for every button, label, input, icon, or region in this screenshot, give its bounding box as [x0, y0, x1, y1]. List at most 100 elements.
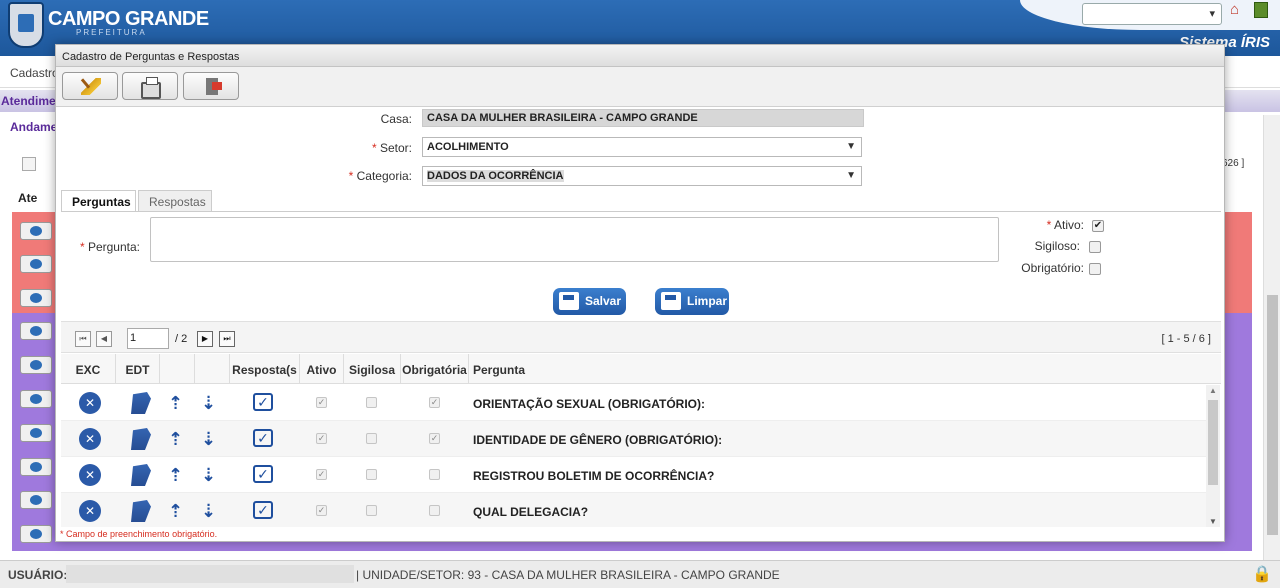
move-up-icon[interactable]: ⇡ [168, 501, 190, 521]
grid-pager: ⏮ ◀ 1 / 2 ▶ ⏭ [ 1 - 5 / 6 ] [61, 321, 1221, 353]
question-text: QUAL DELEGACIA? [473, 505, 589, 519]
clear-button[interactable]: Limpar [655, 288, 729, 315]
table-row: ✕ ⇡ ⇣ ✓ ✓ ✓ IDENTIDADE DE GÊNERO (OBRIGA… [61, 421, 1206, 457]
bg-row-button[interactable] [20, 390, 52, 408]
user-value [66, 565, 354, 583]
move-up-icon[interactable]: ⇡ [168, 429, 190, 449]
bg-row-button[interactable] [20, 289, 52, 307]
ativo-checkbox[interactable]: ✔ [1092, 220, 1104, 232]
col-obrigatoria: Obrigatória [401, 354, 469, 384]
move-down-icon[interactable]: ⇣ [201, 501, 223, 521]
bg-row-button[interactable] [20, 322, 52, 340]
ativo-cell-checkbox: ✓ [316, 433, 327, 444]
bg-row-button[interactable] [20, 458, 52, 476]
edit-icon[interactable] [131, 392, 151, 414]
setor-value: ACOLHIMENTO [427, 141, 509, 153]
pergunta-label: * Pergunta: [79, 240, 140, 254]
record-count: [ 1 - 5 / 6 ] [1161, 333, 1211, 345]
categoria-select[interactable]: DADOS DA OCORRÊNCIA ▼ [422, 166, 862, 186]
first-page-button[interactable]: ⏮ [75, 331, 91, 347]
answers-icon[interactable]: ✓ [253, 429, 273, 447]
menu-item-cadastro[interactable]: Cadastro [10, 66, 59, 80]
casa-label: Casa: [380, 112, 412, 126]
answers-icon[interactable]: ✓ [253, 393, 273, 411]
scroll-up-icon[interactable]: ▲ [1209, 386, 1217, 395]
unit-select[interactable] [1082, 3, 1222, 25]
next-page-button[interactable]: ▶ [197, 331, 213, 347]
setor-select[interactable]: ACOLHIMENTO ▼ [422, 137, 862, 157]
move-down-icon[interactable]: ⇣ [201, 429, 223, 449]
tab-perguntas[interactable]: Perguntas [61, 190, 136, 212]
col-ativo: Ativo [300, 354, 344, 384]
bg-row-button[interactable] [20, 222, 52, 240]
user-label: USUÁRIO: [8, 568, 68, 582]
obrigatoria-cell-checkbox: ✓ [429, 397, 440, 408]
move-up-icon[interactable]: ⇡ [168, 465, 190, 485]
obrigatorio-label: Obrigatório: [1021, 261, 1084, 275]
obrigatorio-checkbox[interactable] [1089, 263, 1101, 275]
col-pergunta: Pergunta [473, 363, 526, 377]
page-scrollbar[interactable] [1263, 115, 1280, 560]
pergunta-textarea[interactable] [150, 217, 999, 262]
page-input[interactable]: 1 [127, 328, 169, 349]
modal-title: Cadastro de Perguntas e Respostas [56, 45, 1224, 67]
edit-icon[interactable] [131, 464, 151, 486]
delete-icon[interactable]: ✕ [79, 392, 101, 414]
page-total: / 2 [175, 333, 188, 345]
table-row: ✕ ⇡ ⇣ ✓ ✓ QUAL DELEGACIA? [61, 493, 1206, 527]
categoria-label: * Categoria: [348, 169, 412, 183]
print-button[interactable] [122, 72, 178, 100]
bg-row-button[interactable] [20, 525, 52, 543]
tab-divider [61, 211, 1221, 212]
bg-grid-column: Ate [18, 191, 38, 205]
questions-grid: ✕ ⇡ ⇣ ✓ ✓ ✓ ORIENTAÇÃO SEXUAL (OBRIGATÓR… [61, 385, 1221, 527]
home-icon[interactable]: ⌂ [1230, 2, 1246, 18]
obrigatoria-cell-checkbox: ✓ [429, 433, 440, 444]
question-text: ORIENTAÇÃO SEXUAL (OBRIGATÓRIO): [473, 397, 705, 411]
setor-label: * Setor: [371, 141, 412, 155]
table-row: ✕ ⇡ ⇣ ✓ ✓ ✓ ORIENTAÇÃO SEXUAL (OBRIGATÓR… [61, 385, 1206, 421]
exit-button[interactable] [183, 72, 239, 100]
scroll-thumb[interactable] [1208, 400, 1218, 485]
lock-icon[interactable]: 🔒 [1252, 564, 1272, 584]
last-page-button[interactable]: ⏭ [219, 331, 235, 347]
col-move-down [195, 354, 230, 384]
obrigatoria-cell-checkbox [429, 505, 440, 516]
scroll-down-icon[interactable]: ▼ [1209, 517, 1217, 526]
ativo-cell-checkbox: ✓ [316, 505, 327, 516]
tab-respostas[interactable]: Respostas [138, 190, 212, 211]
sigilosa-cell-checkbox [366, 469, 377, 480]
move-down-icon[interactable]: ⇣ [201, 465, 223, 485]
edit-icon[interactable] [131, 500, 151, 522]
answers-icon[interactable]: ✓ [253, 465, 273, 483]
delete-icon[interactable]: ✕ [79, 500, 101, 522]
status-bar: USUÁRIO: | UNIDADE/SETOR: 93 - CASA DA M… [0, 560, 1280, 588]
modal-toolbar [56, 67, 1224, 107]
delete-icon[interactable]: ✕ [79, 464, 101, 486]
move-down-icon[interactable]: ⇣ [201, 393, 223, 413]
edit-icon[interactable] [131, 428, 151, 450]
grid-header: EXC EDT Resposta(s Ativo Sigilosa Obriga… [61, 354, 1221, 384]
bg-row-button[interactable] [20, 255, 52, 273]
sigilosa-cell-checkbox [366, 505, 377, 516]
col-edt: EDT [116, 354, 160, 384]
bg-row-button[interactable] [20, 424, 52, 442]
sigiloso-label: Sigiloso: [1034, 239, 1080, 253]
clear-form-button[interactable] [62, 72, 118, 100]
col-respostas: Resposta(s [230, 354, 300, 384]
answers-icon[interactable]: ✓ [253, 501, 273, 519]
delete-icon[interactable]: ✕ [79, 428, 101, 450]
exit-icon[interactable] [1254, 2, 1268, 18]
brand-subtitle: PREFEITURA [76, 28, 147, 37]
bg-row-button[interactable] [20, 491, 52, 509]
sigilosa-cell-checkbox [366, 433, 377, 444]
sigiloso-checkbox[interactable] [1089, 241, 1101, 253]
bg-row-button[interactable] [20, 356, 52, 374]
table-row: ✕ ⇡ ⇣ ✓ ✓ REGISTROU BOLETIM DE OCORRÊNCI… [61, 457, 1206, 493]
ativo-label: * Ativo: [1046, 218, 1084, 232]
save-button[interactable]: Salvar [553, 288, 626, 315]
grid-scrollbar[interactable]: ▲ ▼ [1206, 385, 1220, 527]
prev-page-button[interactable]: ◀ [96, 331, 112, 347]
bg-first-page-button[interactable] [22, 157, 36, 171]
move-up-icon[interactable]: ⇡ [168, 393, 190, 413]
